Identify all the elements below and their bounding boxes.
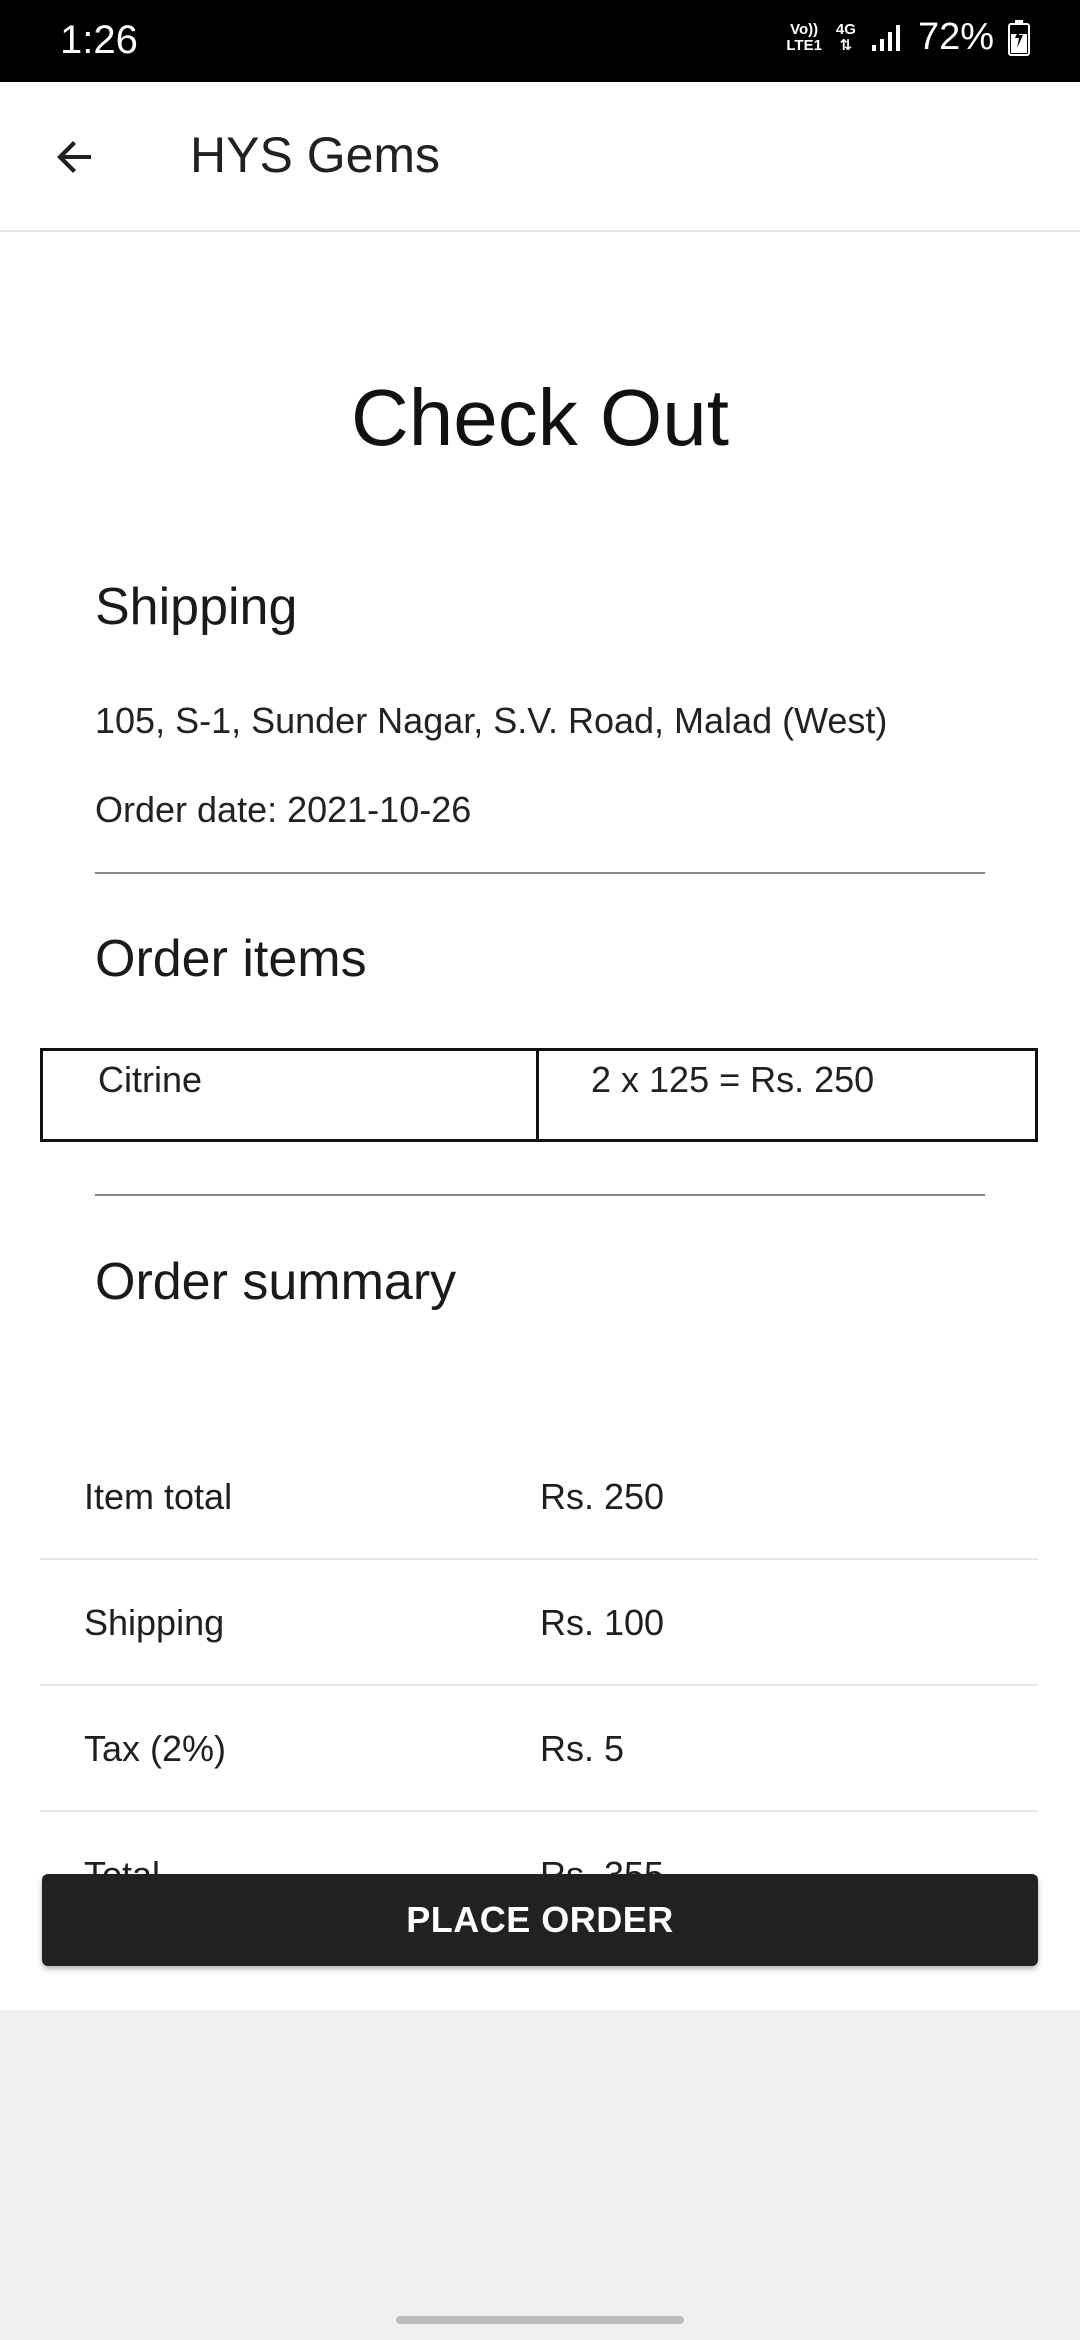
divider [95,1194,985,1196]
item-name: Citrine [43,1051,539,1139]
data-activity-icon: 4G ⇅ [835,20,856,54]
order-summary-heading: Order summary [95,1253,457,1311]
summary-label: Shipping [84,1602,225,1643]
app-title: HYS Gems [190,127,441,183]
checkout-content: Check Out Shipping 105, S-1, Sunder Naga… [0,232,1080,2010]
summary-value: Rs. 100 [540,1602,665,1643]
summary-label: Item total [84,1476,233,1517]
place-order-button[interactable]: PLACE ORDER [42,1874,1038,1966]
volte-indicator: Vo)) LTE1 [786,20,822,54]
back-button[interactable] [40,122,110,192]
arrow-left-icon [57,141,91,173]
summary-label: Tax (2%) [84,1728,227,1769]
summary-row-shipping: Shipping Rs. 100 [40,1560,1038,1686]
shipping-heading: Shipping [95,578,298,636]
divider [95,872,985,874]
battery-percent: 72% [917,16,994,58]
order-items-heading: Order items [95,930,367,988]
order-items-table: Citrine 2 x 125 = Rs. 250 [40,1048,1038,1142]
battery-charging-icon [1008,19,1030,56]
status-bar: 1:26 Vo)) LTE1 4G ⇅ 72% [0,0,1080,82]
page-title: Check Out [351,373,729,462]
summary-row-item-total: Item total Rs. 250 [40,1434,1038,1560]
status-time: 1:26 [60,18,138,62]
summary-value: Rs. 5 [540,1728,625,1769]
order-date: Order date: 2021-10-26 [95,789,472,830]
status-icons: Vo)) LTE1 4G ⇅ 72% [786,16,1030,59]
shipping-address: 105, S-1, Sunder Nagar, S.V. Road, Malad… [95,700,888,741]
app-bar: HYS Gems [0,82,1080,232]
summary-row-tax: Tax (2%) Rs. 5 [40,1686,1038,1812]
summary-value: Rs. 250 [540,1476,665,1517]
home-indicator[interactable] [396,2316,684,2324]
item-calculation: 2 x 125 = Rs. 250 [591,1059,875,1100]
signal-icon [871,24,900,51]
